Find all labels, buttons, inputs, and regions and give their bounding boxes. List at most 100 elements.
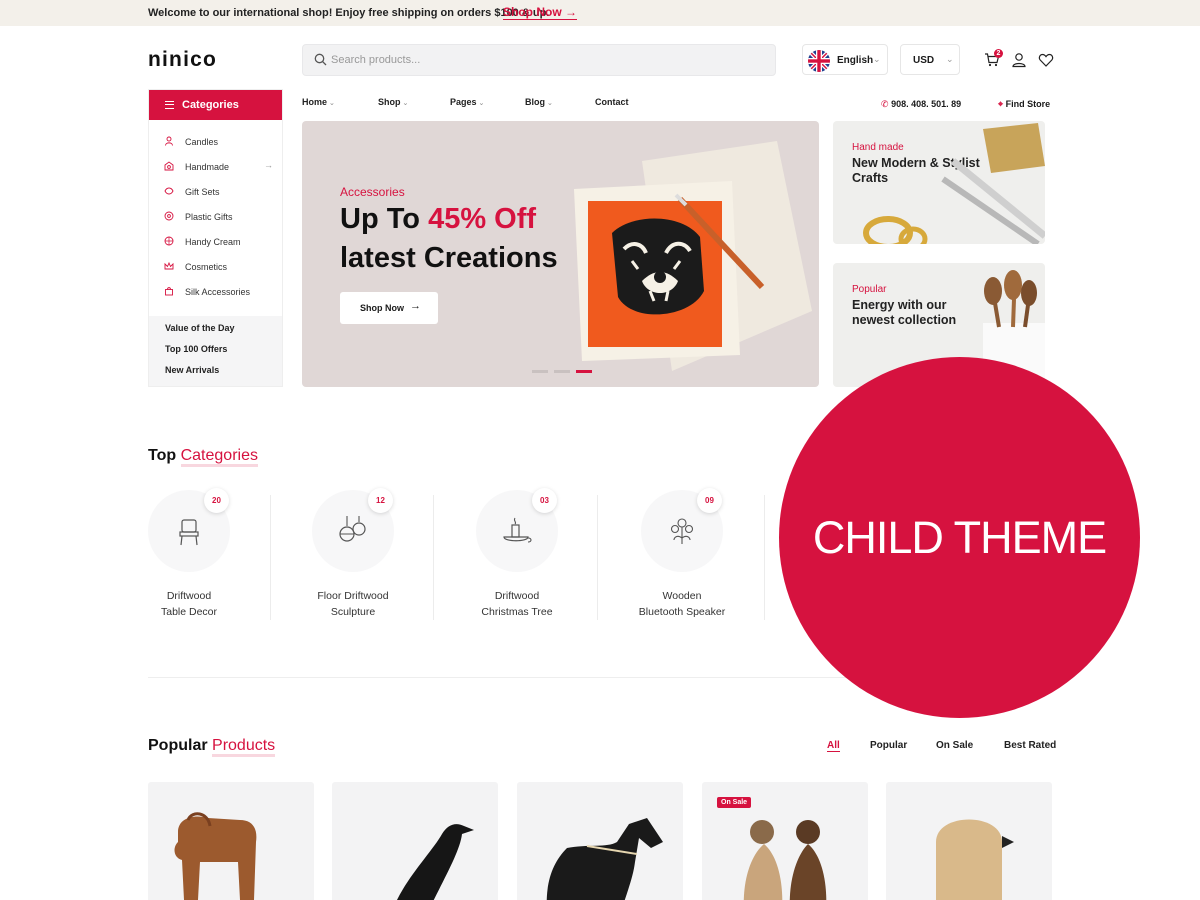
ornament-icon [339, 516, 366, 542]
rocking-horse-image [546, 818, 663, 900]
value-of-the-day-link[interactable]: Value of the Day [165, 323, 235, 333]
product-card[interactable] [148, 782, 314, 900]
arrow-right-icon: → [565, 5, 578, 19]
category-item-silk-accessories[interactable]: Silk Accessories [149, 282, 282, 302]
divider [597, 495, 598, 620]
hero-shop-now-button[interactable]: Shop Now → [340, 292, 438, 324]
chevron-down-icon: ⌄ [946, 54, 954, 64]
arrow-right-icon: → [410, 300, 421, 312]
menu-icon [165, 101, 174, 109]
categories-toggle[interactable]: Categories [149, 90, 282, 120]
chevron-down-icon: ⌄ [547, 100, 553, 107]
hero-category: Accessories [340, 185, 405, 199]
hero-slider: Accessories Up To 45% Off latest Creatio… [302, 121, 819, 387]
crown-icon [164, 261, 174, 270]
top-offers-link[interactable]: Top 100 Offers [165, 344, 227, 354]
nav-contact[interactable]: Contact [595, 97, 629, 107]
chevron-down-icon: ⌄ [873, 54, 881, 64]
nav-shop[interactable]: Shop ⌄ [378, 97, 408, 107]
category-label: Silk Accessories [185, 287, 251, 297]
hero-artwork-image [574, 141, 812, 371]
language-selector[interactable]: English ⌄ [802, 44, 888, 75]
search-placeholder: Search products... [331, 54, 421, 66]
top-categories-title: Top Categories [148, 447, 258, 467]
plastic-gift-icon [164, 211, 174, 221]
category-count-badge: 09 [697, 488, 722, 513]
search-input[interactable]: Search products... [302, 44, 776, 76]
candle-icon [165, 136, 173, 146]
product-card[interactable] [332, 782, 498, 900]
tab-all[interactable]: All [827, 740, 840, 752]
language-label: English [837, 55, 874, 66]
candle-holder-icon [503, 517, 532, 543]
category-label: Plastic Gifts [185, 212, 233, 222]
new-arrivals-link[interactable]: New Arrivals [165, 365, 219, 375]
top-category-card[interactable]: 12 Floor Driftwood Sculpture [312, 488, 432, 618]
product-card[interactable] [886, 782, 1052, 900]
sidebar-quick-links: Value of the Day Top 100 Offers New Arri… [149, 316, 282, 386]
child-theme-label: CHILD THEME [812, 512, 1107, 563]
category-item-handy-cream[interactable]: Handy Cream [149, 232, 282, 252]
flower-icon [670, 518, 694, 544]
category-item-gift-sets[interactable]: Gift Sets [149, 182, 282, 202]
divider [270, 495, 271, 620]
promo-message: Welcome to our international shop! Enjoy… [148, 7, 550, 19]
on-sale-badge: On Sale [717, 797, 752, 808]
user-icon[interactable] [1011, 52, 1027, 68]
tab-popular[interactable]: Popular [870, 740, 907, 751]
search-icon [314, 53, 327, 66]
tab-on-sale[interactable]: On Sale [936, 740, 973, 751]
divider [764, 495, 765, 620]
divider [433, 495, 434, 620]
category-item-handmade[interactable]: Handmade → [149, 157, 282, 177]
wooden-elephant-image [174, 812, 257, 900]
category-count-badge: 03 [532, 488, 557, 513]
slide-dot-3-active[interactable] [576, 370, 592, 373]
top-category-card[interactable]: 03 Driftwood Christmas Tree [476, 488, 596, 618]
slide-dot-2[interactable] [554, 370, 570, 373]
popular-products-title: Popular Products [148, 737, 276, 757]
tab-best-rated[interactable]: Best Rated [1004, 740, 1056, 751]
category-item-candles[interactable]: Candles [149, 132, 282, 152]
heart-icon[interactable] [1038, 52, 1054, 68]
hero-title-line2: latest Creations [340, 242, 558, 274]
category-label: Cosmetics [185, 262, 228, 272]
location-pin-icon: ⌖ [998, 99, 1004, 109]
shop-now-link[interactable]: Shop Now → [503, 5, 578, 20]
chair-icon [179, 519, 199, 546]
top-bar: Welcome to our international shop! Enjoy… [0, 0, 1200, 26]
category-item-plastic-gifts[interactable]: Plastic Gifts [149, 207, 282, 227]
category-label: Handmade [185, 162, 230, 172]
category-count-badge: 20 [204, 488, 229, 513]
chevron-down-icon: ⌄ [402, 100, 409, 107]
top-category-card[interactable]: 20 Driftwood Table Decor [148, 488, 268, 618]
categories-title: Categories [182, 99, 239, 111]
find-store-link[interactable]: ⌖ Find Store [998, 99, 1050, 110]
uk-flag-icon [808, 50, 830, 72]
arrow-right-icon: → [264, 160, 273, 170]
product-card[interactable] [517, 782, 683, 900]
chevron-down-icon: ⌄ [478, 100, 485, 107]
phone-link[interactable]: ✆ 908. 408. 501. 89 [881, 99, 961, 110]
category-item-cosmetics[interactable]: Cosmetics [149, 257, 282, 277]
hero-title-line1: Up To 45% Off [340, 203, 537, 235]
currency-selector[interactable]: USD ⌄ [900, 44, 960, 75]
top-category-card[interactable]: 09 Wooden Bluetooth Speaker [639, 488, 761, 618]
handmade-icon [164, 161, 174, 171]
category-sidebar: Categories Candles Handmade → Gift Sets … [148, 89, 283, 387]
category-name: Wooden Bluetooth Speaker [638, 590, 726, 618]
cream-icon [164, 236, 174, 246]
category-name: Driftwood Christmas Tree [481, 590, 553, 618]
site-logo[interactable]: ninico [148, 48, 217, 72]
category-name: Floor Driftwood Sculpture [317, 590, 389, 618]
category-count-badge: 12 [368, 488, 393, 513]
black-bird-image [397, 824, 474, 900]
slide-dot-1[interactable] [532, 370, 548, 373]
category-label: Gift Sets [185, 187, 220, 197]
product-card[interactable]: On Sale [702, 782, 868, 900]
chevron-down-icon: ⌄ [329, 100, 335, 107]
nav-home[interactable]: Home ⌄ [302, 97, 335, 107]
side-banner-crafts[interactable]: Hand made New Modern & Stylist Crafts [833, 121, 1045, 244]
nav-blog[interactable]: Blog ⌄ [525, 97, 553, 107]
nav-pages[interactable]: Pages ⌄ [450, 97, 484, 107]
